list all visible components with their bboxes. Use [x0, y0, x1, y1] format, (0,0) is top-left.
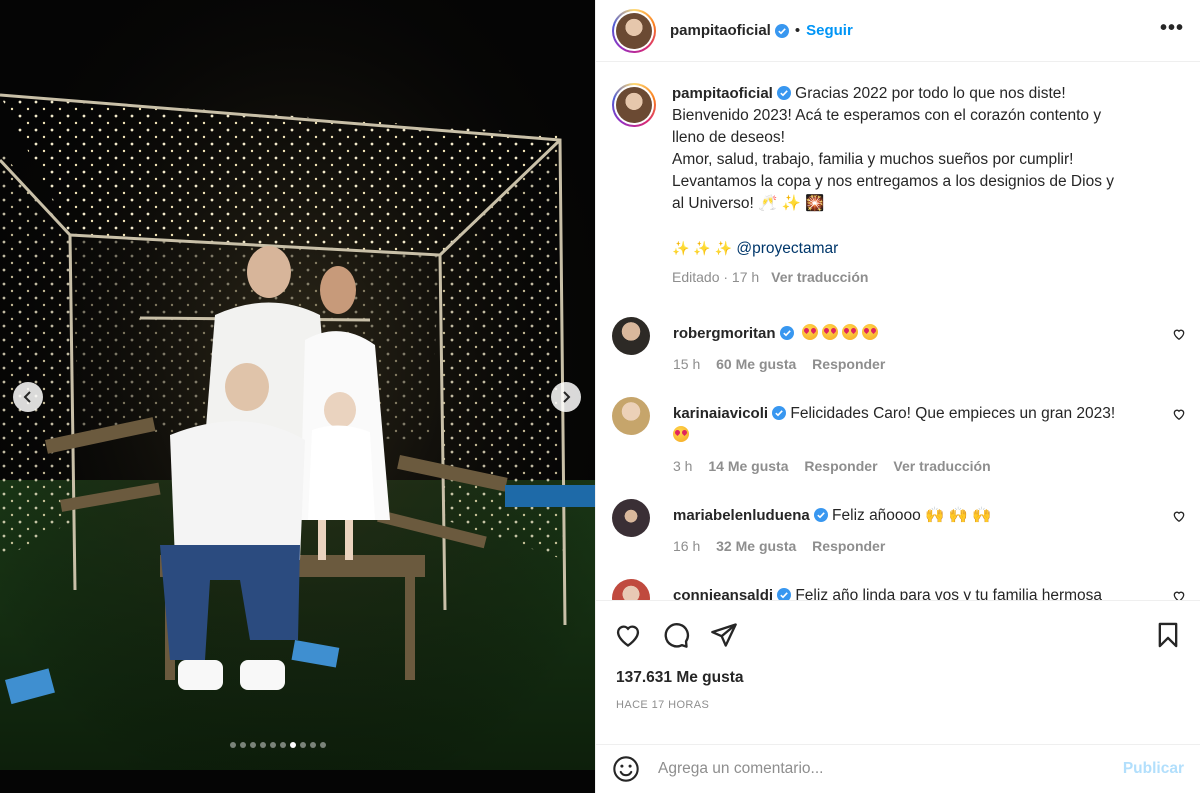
carousel-dot [239, 742, 246, 748]
caption-translate-link[interactable]: Ver traducción [771, 269, 868, 285]
verified-badge-icon [777, 588, 792, 600]
commenter-avatar[interactable] [612, 579, 650, 600]
comment-item: mariabelenluduena Feliz añoooo 🙌 🙌 🙌 16 … [612, 499, 1186, 557]
follow-button[interactable]: Seguir [806, 22, 853, 39]
caption-line: lleno de deseos! [672, 129, 785, 146]
caption-line: Bienvenido 2023! Acá te esperamos con el… [672, 107, 1102, 124]
comment-reply-button[interactable]: Responder [812, 356, 885, 372]
post-media [0, 0, 595, 793]
carousel-dot [289, 742, 296, 748]
carousel-dot [279, 742, 286, 748]
carousel-dot [269, 742, 276, 748]
carousel-next-button[interactable] [551, 382, 581, 412]
comment-item: robergmoritan 15 h 60 Me gusta Responder [612, 317, 1186, 375]
comment-time: 3 h [673, 458, 693, 474]
author-username[interactable]: pampitaoficial [670, 22, 771, 39]
header-separator: • [794, 22, 801, 39]
commenter-avatar[interactable] [612, 499, 650, 537]
chevron-right-icon [563, 391, 571, 403]
comment-likes[interactable]: 60 Me gusta [716, 356, 796, 372]
commenter-username[interactable]: connieansaldi [673, 587, 773, 600]
publish-button[interactable]: Publicar [1123, 760, 1184, 778]
comment-meta: 16 h 32 Me gusta Responder [673, 535, 1143, 557]
commenter-avatar[interactable] [612, 317, 650, 355]
comments-section[interactable]: pampitaoficial Gracias 2022 por todo lo … [596, 63, 1200, 600]
heart-eyes-emoji [673, 426, 689, 442]
verified-badge-icon [779, 326, 794, 340]
caption-username[interactable]: pampitaoficial [672, 85, 773, 102]
comment-bubble-icon[interactable] [662, 621, 690, 649]
save-bookmark-icon[interactable] [1154, 621, 1182, 649]
more-options-button[interactable]: ••• [1160, 18, 1184, 44]
caption-author-avatar[interactable] [612, 83, 656, 127]
comment-like-heart-icon[interactable] [1172, 589, 1186, 600]
likes-count[interactable]: 137.631 Me gusta [596, 649, 1200, 687]
comment-meta: 3 h 14 Me gusta Responder Ver traducción [673, 455, 1143, 477]
comment-item: karinaiavicoli Felicidades Caro! Que emp… [612, 397, 1186, 477]
post-caption: pampitaoficial Gracias 2022 por todo lo … [596, 63, 1200, 288]
heart-eyes-emojis [801, 324, 882, 342]
comment-translate-link[interactable]: Ver traducción [893, 458, 990, 474]
verified-badge-icon [772, 406, 787, 420]
carousel-dot [299, 742, 306, 748]
chevron-left-icon [23, 391, 31, 403]
post-time: HACE 17 HORAS [616, 699, 710, 711]
verified-badge-icon [776, 86, 791, 100]
comment-input[interactable] [658, 760, 1078, 778]
comment-time: 16 h [673, 538, 701, 554]
carousel-dot [319, 742, 326, 748]
post-actions: 137.631 Me gusta HACE 17 HORAS [596, 600, 1200, 740]
comment-composer: Publicar [596, 744, 1200, 793]
verified-badge-icon [813, 508, 828, 522]
commenter-username[interactable]: karinaiavicoli [673, 405, 768, 422]
post-header: pampitaoficial • Seguir ••• [596, 0, 1200, 62]
carousel-dot [229, 742, 236, 748]
comment-like-heart-icon[interactable] [1172, 327, 1186, 341]
comment-likes[interactable]: 14 Me gusta [708, 458, 788, 474]
post-photo [0, 0, 595, 793]
comment-like-heart-icon[interactable] [1172, 509, 1186, 523]
comment-meta: 15 h 60 Me gusta Responder [673, 353, 1143, 375]
comment-reply-button[interactable]: Responder [804, 458, 877, 474]
comment-text: Feliz añoooo 🙌 🙌 🙌 [832, 507, 992, 524]
author-avatar[interactable] [612, 8, 656, 53]
comment-likes[interactable]: 32 Me gusta [716, 538, 796, 554]
sparkles-emoji: ✨ ✨ ✨ [672, 240, 733, 256]
carousel-indicator [0, 742, 575, 748]
caption-line: al Universo! 🥂 ✨ 🎇 [672, 195, 825, 212]
caption-line: Amor, salud, trabajo, familia y muchos s… [672, 151, 1074, 168]
carousel-prev-button[interactable] [13, 382, 43, 412]
carousel-dot [249, 742, 256, 748]
share-paper-plane-icon[interactable] [710, 621, 738, 649]
like-heart-icon[interactable] [614, 621, 642, 649]
verified-badge-icon [774, 23, 789, 38]
comment-reply-button[interactable]: Responder [812, 538, 885, 554]
commenter-username[interactable]: mariabelenluduena [673, 507, 810, 524]
comment-like-heart-icon[interactable] [1172, 407, 1186, 421]
comment-time: 15 h [673, 356, 701, 372]
carousel-dot [309, 742, 316, 748]
caption-edited-time: Editado · 17 h [672, 269, 760, 285]
post-side-panel: pampitaoficial • Seguir ••• pampitaofici… [595, 0, 1200, 793]
comment-text: Felicidades Caro! Que empieces un gran 2… [790, 405, 1116, 422]
commenter-username[interactable]: robergmoritan [673, 325, 776, 342]
comment-text: Feliz año linda para vos y tu familia he… [795, 587, 1103, 600]
caption-meta: Editado · 17 h Ver traducción [672, 266, 1162, 288]
caption-mention-link[interactable]: @proyectamar [736, 240, 838, 257]
caption-line: Gracias 2022 por todo lo que nos diste! [795, 85, 1066, 102]
comment-item: connieansaldi Feliz año linda para vos y… [612, 579, 1186, 600]
carousel-dot [259, 742, 266, 748]
caption-line: Levantamos la copa y nos entregamos a lo… [672, 173, 1114, 190]
emoji-smile-icon[interactable] [612, 755, 640, 783]
commenter-avatar[interactable] [612, 397, 650, 435]
